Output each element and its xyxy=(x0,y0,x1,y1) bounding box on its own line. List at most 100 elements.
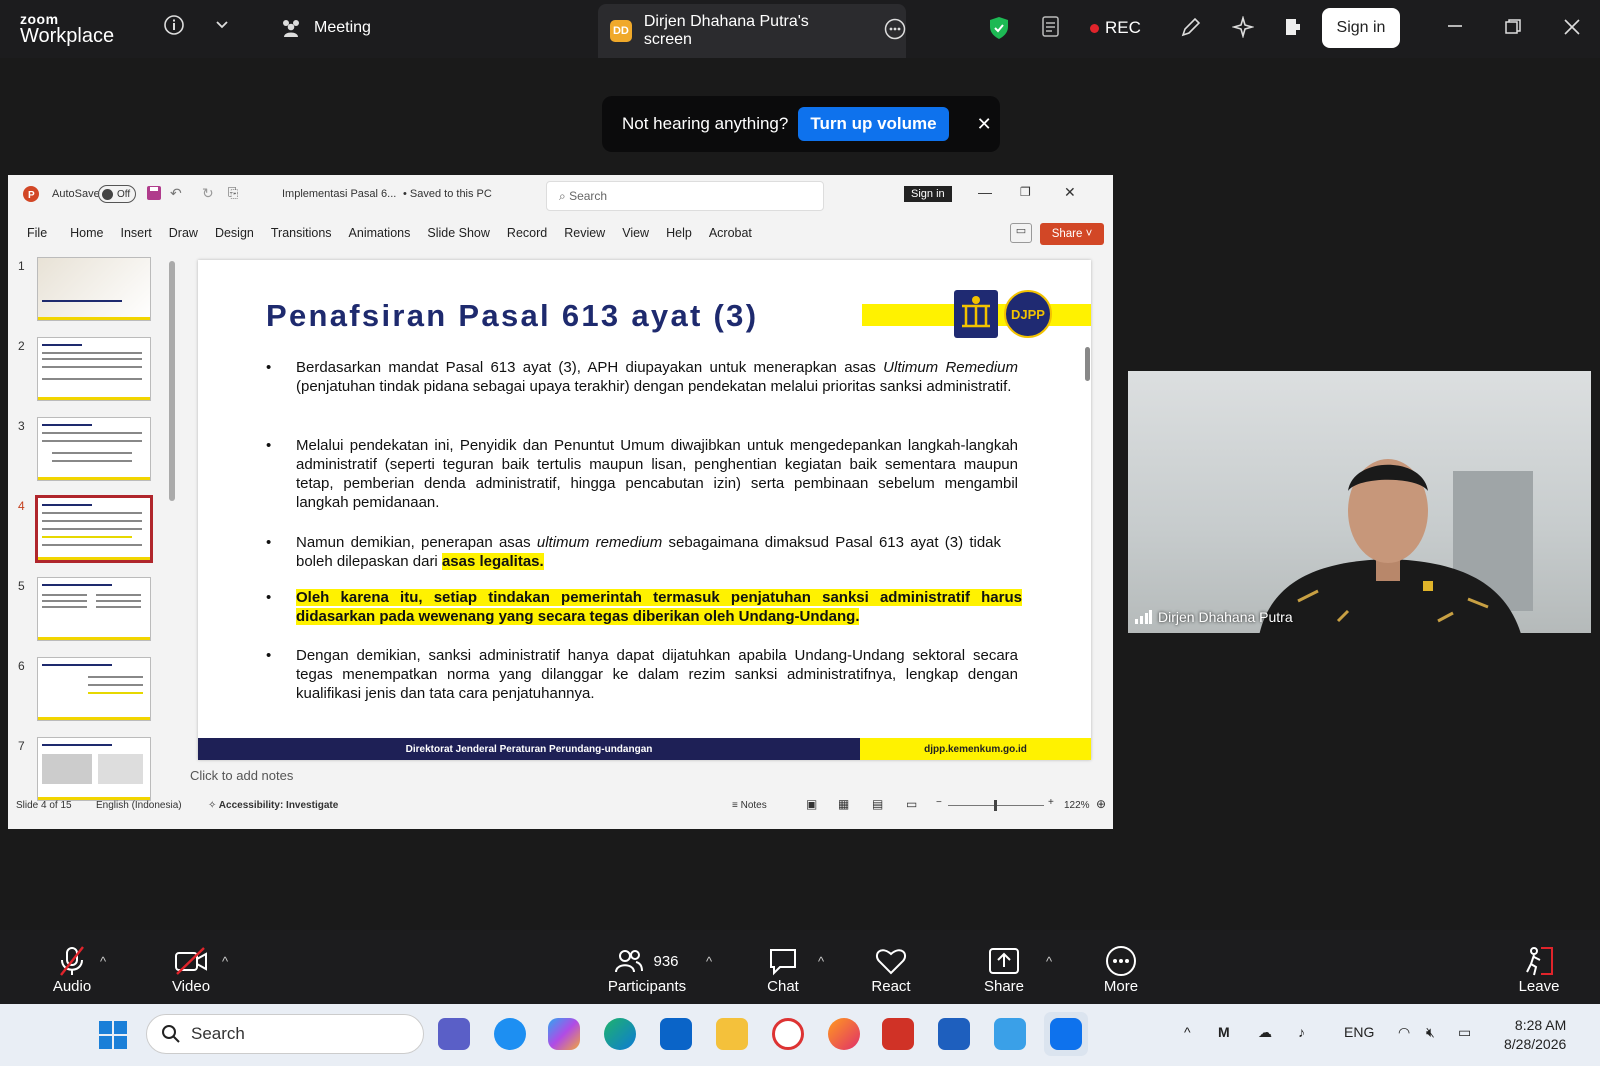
annotate-pen-icon[interactable] xyxy=(1180,16,1202,43)
notes-icon[interactable] xyxy=(1040,15,1062,44)
recording-indicator[interactable]: REC xyxy=(1090,18,1141,38)
cloud-sync-icon[interactable]: ☁ xyxy=(1258,1024,1272,1041)
thumbnail-slide-4[interactable]: 4 xyxy=(8,495,178,565)
ppt-close-icon[interactable]: ✕ xyxy=(1064,184,1076,201)
scroll-thumb[interactable] xyxy=(1085,347,1090,381)
shield-icon[interactable] xyxy=(988,16,1010,45)
tab-acrobat[interactable]: Acrobat xyxy=(709,226,752,240)
tray-app-icon[interactable]: M xyxy=(1218,1024,1230,1040)
thumbnail-slide-2[interactable]: 2 xyxy=(8,337,178,405)
docs-icon[interactable] xyxy=(1283,17,1303,42)
restore-icon[interactable] xyxy=(1504,18,1522,41)
thumbnail-slide-3[interactable]: 3 xyxy=(8,417,178,485)
comments-icon[interactable]: ▭ xyxy=(1010,223,1032,243)
saved-status[interactable]: • Saved to this PC xyxy=(403,188,492,200)
volume-muted-icon[interactable]: 🔇︎ xyxy=(1426,1024,1435,1041)
chevron-down-icon[interactable] xyxy=(214,16,230,37)
tab-home[interactable]: Home xyxy=(70,226,103,240)
save-icon[interactable] xyxy=(146,185,162,204)
present-icon[interactable]: ⎘ xyxy=(228,185,238,201)
participants-options-caret[interactable]: ^ xyxy=(706,954,712,969)
tab-slide-show[interactable]: Slide Show xyxy=(427,226,490,240)
audio-button[interactable]: Audio xyxy=(44,944,100,995)
ai-companion-icon[interactable] xyxy=(1231,15,1255,43)
tab-review[interactable]: Review xyxy=(564,226,605,240)
reading-view-icon[interactable]: ▤ xyxy=(872,797,883,811)
tab-draw[interactable]: Draw xyxy=(169,226,198,240)
accessibility-status[interactable]: ✧ Accessibility: Investigate xyxy=(208,800,338,811)
video-button[interactable]: Video xyxy=(160,944,222,995)
tab-transitions[interactable]: Transitions xyxy=(271,226,332,240)
firefox-icon[interactable] xyxy=(828,1018,860,1050)
close-banner-icon[interactable]: ✕ xyxy=(977,114,992,135)
audio-options-caret[interactable]: ^ xyxy=(100,954,106,969)
system-clock[interactable]: 8:28 AM 8/28/2026 xyxy=(1504,1016,1566,1054)
video-options-caret[interactable]: ^ xyxy=(222,954,228,969)
battery-icon[interactable]: ▭ xyxy=(1458,1024,1471,1041)
taskbar-search[interactable]: Search xyxy=(146,1014,424,1054)
ppt-restore-icon[interactable]: ❐ xyxy=(1020,185,1031,199)
slide-scrollbar[interactable] xyxy=(1084,257,1092,787)
chat-options-caret[interactable]: ^ xyxy=(818,954,824,969)
tab-record[interactable]: Record xyxy=(507,226,547,240)
language-indicator[interactable]: ENG xyxy=(1344,1024,1374,1040)
ppt-share-button[interactable]: Share ˅ xyxy=(1040,223,1104,245)
slideshow-view-icon[interactable]: ▭ xyxy=(906,797,917,811)
info-icon[interactable] xyxy=(163,14,185,41)
thumbnail-slide-6[interactable]: 6 xyxy=(8,657,178,725)
participant-video[interactable]: Dirjen Dhahana Putra xyxy=(1128,371,1591,633)
tab-design[interactable]: Design xyxy=(215,226,254,240)
leave-button[interactable]: Leave xyxy=(1516,944,1562,995)
tab-file[interactable]: File xyxy=(27,226,47,240)
slide-sorter-icon[interactable]: ▦ xyxy=(838,797,849,811)
language-status[interactable]: English (Indonesia) xyxy=(96,800,182,811)
undo-icon[interactable]: ↶ xyxy=(170,185,182,202)
zoom-in-icon[interactable]: + xyxy=(1048,797,1054,808)
tab-help[interactable]: Help xyxy=(666,226,692,240)
turn-up-volume-button[interactable]: Turn up volume xyxy=(798,107,949,141)
tab-animations[interactable]: Animations xyxy=(349,226,411,240)
notepad-icon[interactable] xyxy=(994,1018,1026,1050)
file-name[interactable]: Implementasi Pasal 6... xyxy=(282,188,396,200)
wifi-icon[interactable]: ◠ xyxy=(1398,1024,1410,1041)
zoom-taskbar-app[interactable] xyxy=(1044,1012,1088,1056)
mic-location-icon[interactable]: ♪ xyxy=(1298,1024,1305,1040)
word-icon[interactable] xyxy=(938,1018,970,1050)
notes-placeholder[interactable]: Click to add notes xyxy=(190,768,293,783)
outlook-icon[interactable] xyxy=(660,1018,692,1050)
close-icon[interactable] xyxy=(1563,18,1581,41)
edge-icon[interactable] xyxy=(604,1018,636,1050)
sign-in-button[interactable]: Sign in xyxy=(1322,8,1400,48)
zoom-slider-handle[interactable] xyxy=(994,800,997,811)
more-button[interactable]: More xyxy=(1100,944,1142,995)
chat-app-icon[interactable] xyxy=(494,1018,526,1050)
acrobat-icon[interactable] xyxy=(882,1018,914,1050)
fit-slide-icon[interactable]: ⊕ xyxy=(1096,797,1106,811)
more-options-icon[interactable] xyxy=(884,18,906,45)
screen-share-tab[interactable]: DD Dirjen Dhahana Putra's screen xyxy=(598,4,906,58)
ppt-search-box[interactable]: ⌕ Search xyxy=(546,181,824,211)
tab-insert[interactable]: Insert xyxy=(121,226,152,240)
chrome-icon[interactable] xyxy=(772,1018,804,1050)
share-options-caret[interactable]: ^ xyxy=(1046,954,1052,969)
ppt-sign-in-button[interactable]: Sign in xyxy=(904,186,952,202)
participants-button[interactable]: 936 Participants xyxy=(602,944,692,995)
tray-overflow-icon[interactable]: ^ xyxy=(1184,1024,1191,1040)
chat-button[interactable]: Chat xyxy=(762,944,804,995)
normal-view-icon[interactable]: ▣ xyxy=(806,797,817,811)
react-button[interactable]: React xyxy=(868,944,914,995)
thumbnail-scrollbar[interactable] xyxy=(169,261,175,501)
meeting-tab[interactable]: Meeting xyxy=(280,18,371,38)
thumbnail-slide-1[interactable]: 1 xyxy=(8,257,178,325)
redo-icon[interactable]: ↻ xyxy=(202,185,214,202)
teams-icon[interactable] xyxy=(438,1018,470,1050)
notes-toggle[interactable]: ≡ Notes xyxy=(732,800,767,811)
zoom-out-icon[interactable]: − xyxy=(936,797,942,808)
share-button[interactable]: Share xyxy=(982,944,1026,995)
windows-start-icon[interactable] xyxy=(98,1020,128,1055)
zoom-level[interactable]: 122% xyxy=(1064,800,1090,811)
thumbnail-slide-5[interactable]: 5 xyxy=(8,577,178,645)
tab-view[interactable]: View xyxy=(622,226,649,240)
minimize-icon[interactable] xyxy=(1446,16,1464,39)
copilot-icon[interactable] xyxy=(548,1018,580,1050)
